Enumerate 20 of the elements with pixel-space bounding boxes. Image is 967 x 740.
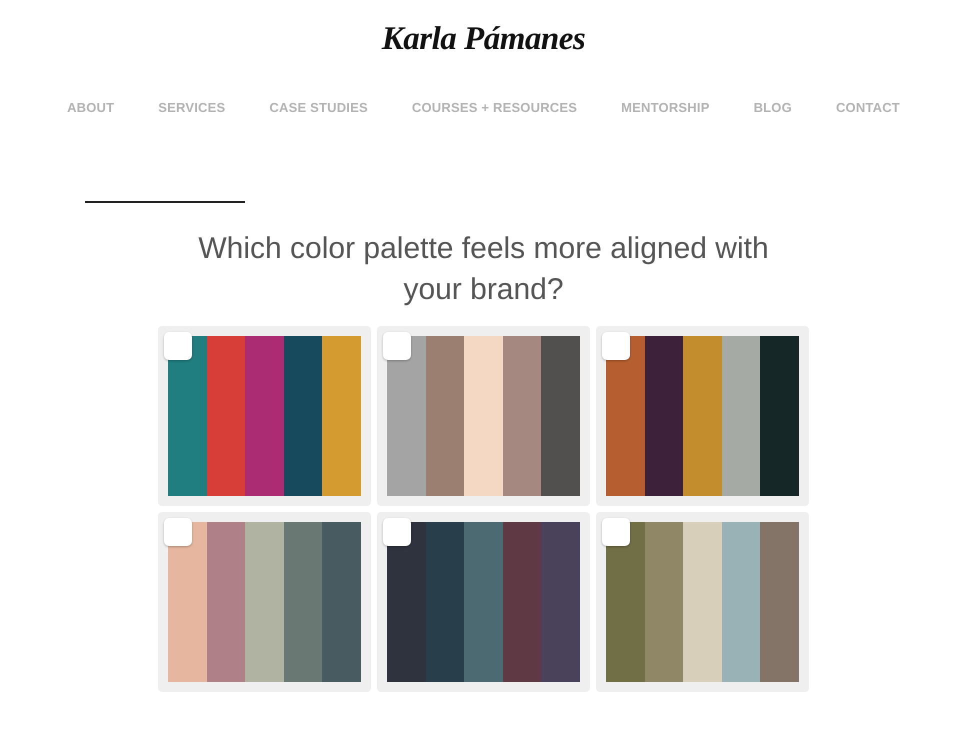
nav-link[interactable]: COURSES + RESOURCES [412, 98, 578, 118]
site-logo[interactable]: Karla Pámanes [382, 16, 586, 62]
palette-card[interactable] [158, 326, 371, 506]
nav-link[interactable]: BLOG [754, 98, 792, 118]
checkbox[interactable] [383, 518, 411, 546]
checkbox[interactable] [164, 332, 192, 360]
palette-card[interactable] [158, 512, 371, 692]
question-heading: Which color palette feels more aligned with your brand? [197, 231, 770, 308]
nav-link[interactable]: MENTORSHIP [621, 98, 710, 118]
checkbox[interactable] [602, 332, 630, 360]
nav-link[interactable]: CONTACT [836, 98, 900, 118]
checkbox[interactable] [383, 332, 411, 360]
palette-card[interactable] [377, 512, 590, 692]
palette-card[interactable] [377, 326, 590, 506]
checkbox[interactable] [602, 518, 630, 546]
nav-link[interactable]: ABOUT [67, 98, 114, 118]
checkbox[interactable] [164, 518, 192, 546]
nav-link[interactable]: SERVICES [158, 98, 226, 118]
palette-card[interactable] [596, 326, 809, 506]
nav-link[interactable]: CASE STUDIES [269, 98, 368, 118]
